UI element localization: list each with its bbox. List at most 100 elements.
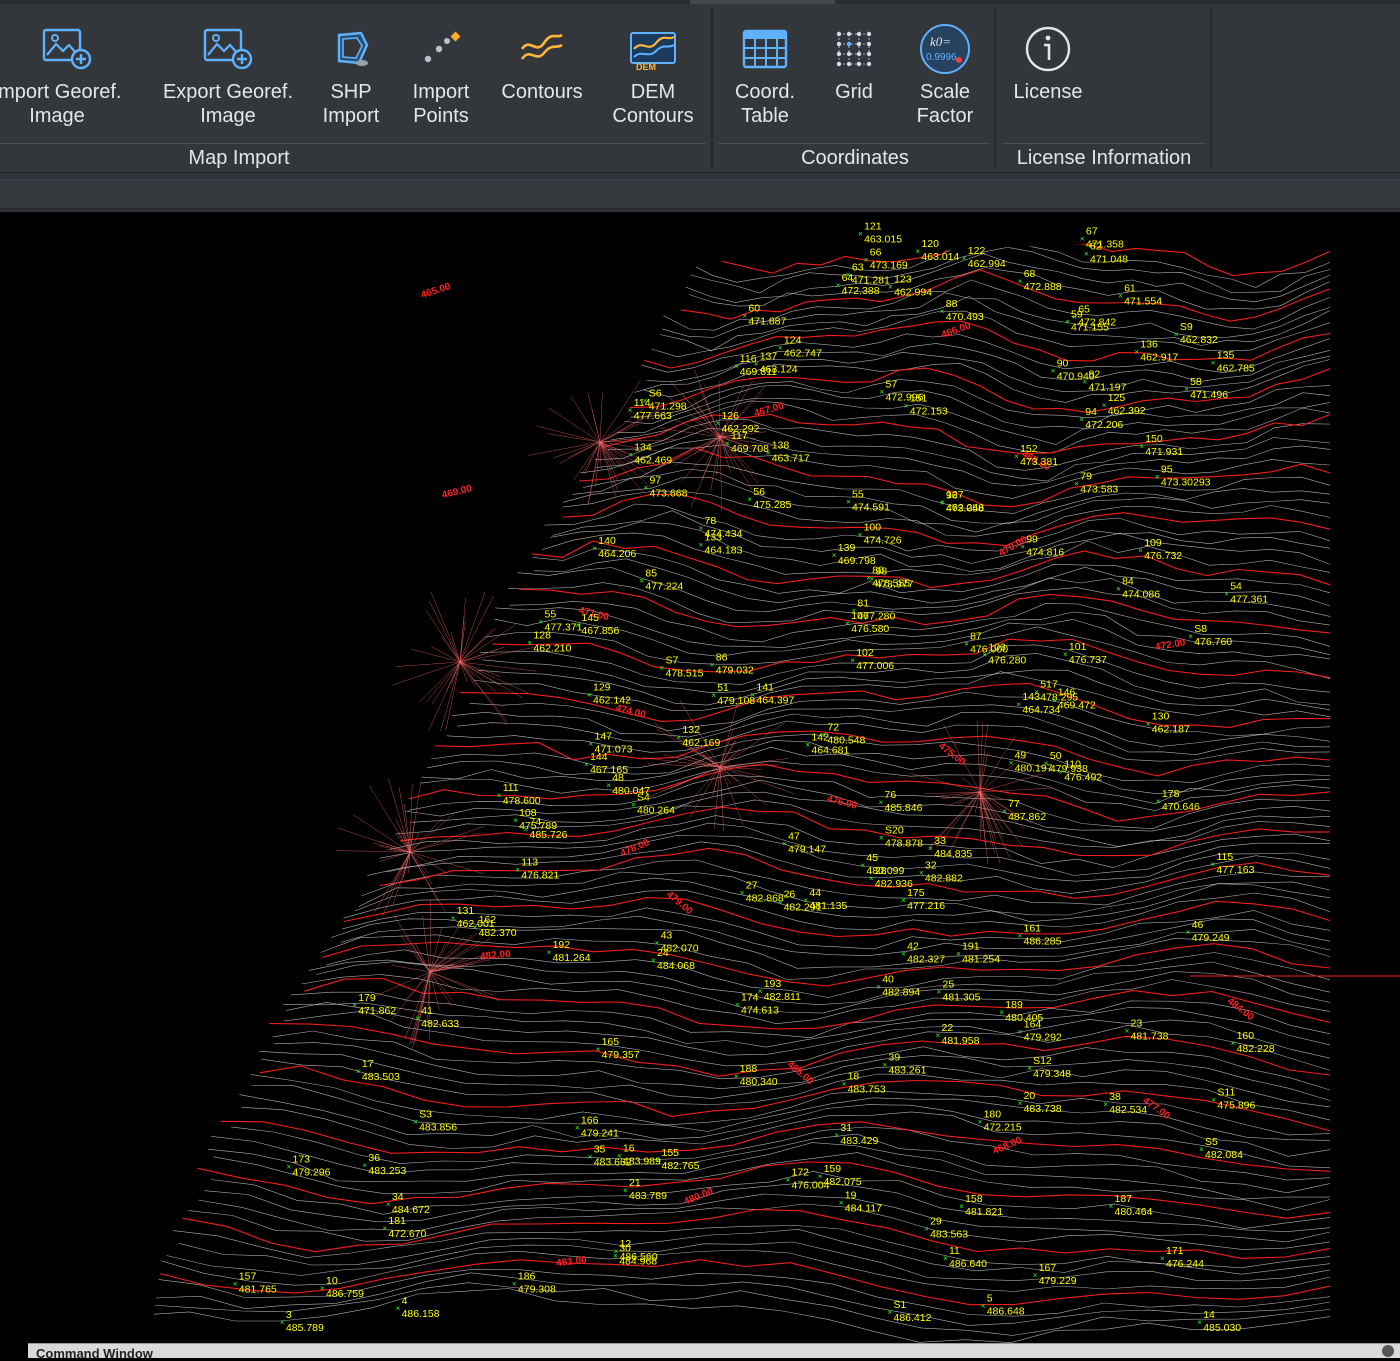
survey-point[interactable]: ×S12479.348 — [1027, 1055, 1071, 1080]
survey-point[interactable]: ×41482.633 — [415, 1005, 459, 1030]
survey-point[interactable]: ×79473.583 — [1074, 471, 1118, 496]
survey-point[interactable]: ×162482.370 — [473, 914, 517, 939]
survey-point[interactable]: ×136462.917 — [1134, 338, 1178, 363]
survey-point[interactable]: ×S3483.856 — [413, 1109, 457, 1134]
coord-table-button[interactable]: Coord. Table — [722, 18, 808, 140]
close-icon[interactable] — [1382, 1345, 1394, 1357]
survey-point[interactable]: ×100474.726 — [858, 521, 902, 546]
survey-point[interactable]: ×191481.254 — [956, 941, 1000, 966]
survey-point[interactable]: ×36483.253 — [362, 1152, 406, 1177]
survey-point[interactable]: ×157481.765 — [233, 1271, 277, 1296]
survey-point[interactable]: ×29483.563 — [924, 1216, 968, 1241]
survey-point[interactable]: ×S8476.760 — [1188, 623, 1232, 648]
survey-point[interactable]: ×20483.738 — [1018, 1090, 1062, 1115]
survey-point[interactable]: ×179471.862 — [352, 992, 396, 1017]
survey-point[interactable]: ×164479.292 — [1018, 1019, 1062, 1044]
survey-point[interactable]: ×115477.163 — [1211, 851, 1255, 876]
survey-point[interactable]: ×145467.856 — [575, 612, 619, 637]
survey-point[interactable]: ×117469.708 — [725, 430, 769, 455]
survey-point[interactable]: ×135462.785 — [1211, 349, 1255, 374]
survey-point[interactable]: ×47479.147 — [782, 831, 826, 856]
survey-point[interactable]: ×134462.469 — [628, 442, 672, 467]
survey-point[interactable]: ×34484.672 — [386, 1191, 430, 1216]
drawing-canvas[interactable]: 465.00466.00467.00468.00469.00470.00471.… — [0, 212, 1400, 1343]
survey-point[interactable]: ×58471.496 — [1184, 376, 1228, 401]
survey-point[interactable]: ×140464.206 — [592, 535, 636, 560]
survey-point[interactable]: ×66473.169 — [864, 246, 908, 271]
survey-point[interactable]: ×S20478.878 — [879, 824, 923, 849]
survey-point[interactable]: ×21483.789 — [623, 1177, 667, 1202]
survey-point[interactable]: ×55474.591 — [846, 489, 890, 514]
survey-point[interactable]: ×84474.086 — [1116, 576, 1160, 601]
survey-point[interactable]: ×68472.888 — [1018, 268, 1062, 293]
survey-point[interactable]: ×124462.747 — [778, 335, 822, 360]
survey-point[interactable]: ×165479.357 — [596, 1036, 640, 1061]
survey-point[interactable]: ×56475.285 — [747, 486, 791, 511]
survey-point[interactable]: ×77487.862 — [1002, 798, 1046, 823]
survey-point[interactable]: ×86479.032 — [710, 651, 754, 676]
survey-point[interactable]: ×25481.305 — [937, 979, 981, 1004]
survey-point[interactable]: ×19484.117 — [839, 1190, 882, 1215]
survey-point[interactable]: ×40482.894 — [876, 973, 920, 998]
survey-point[interactable]: ×151472.153 — [904, 393, 948, 418]
survey-point[interactable]: ×178470.646 — [1156, 788, 1200, 813]
survey-point[interactable]: ×181472.670 — [382, 1215, 426, 1240]
survey-point[interactable]: ×129462.142 — [587, 681, 631, 706]
survey-point[interactable]: ×132462.169 — [676, 724, 720, 749]
survey-point[interactable]: ×125462.392 — [1102, 392, 1146, 417]
survey-point[interactable]: ×160482.228 — [1231, 1030, 1275, 1055]
survey-point[interactable]: ×22481.958 — [936, 1022, 980, 1047]
survey-point[interactable]: ×38482.534 — [1103, 1091, 1147, 1116]
survey-point[interactable]: ×85477.224 — [639, 567, 683, 592]
license-button[interactable]: License — [1006, 18, 1090, 140]
survey-point[interactable]: ×130462.187 — [1146, 711, 1190, 736]
survey-point[interactable]: ×S9462.832 — [1174, 321, 1218, 346]
export-georef-image-button[interactable]: Export Georef. Image — [158, 18, 298, 140]
survey-point[interactable]: ×113476.821 — [515, 857, 559, 882]
survey-point[interactable]: ×54477.361 — [1224, 581, 1268, 606]
survey-point[interactable]: ×18483.753 — [842, 1071, 886, 1096]
survey-point[interactable]: ×147471.073 — [589, 730, 633, 755]
shp-import-button[interactable]: SHP Import — [314, 18, 388, 140]
scale-factor-button[interactable]: k0=0.9996 Scale Factor — [904, 18, 986, 140]
survey-point[interactable]: ×109476.732 — [1138, 537, 1182, 562]
survey-point[interactable]: ×150471.931 — [1139, 433, 1183, 458]
survey-point[interactable]: ×123462.994 — [888, 274, 932, 299]
survey-point[interactable]: ×186479.308 — [512, 1270, 556, 1295]
survey-point[interactable]: ×158481.821 — [959, 1193, 1003, 1218]
command-window[interactable]: Command Window — [28, 1343, 1400, 1358]
dem-contours-button[interactable]: DEM DEM Contours — [604, 18, 702, 140]
survey-point[interactable]: ×39483.261 — [883, 1051, 927, 1076]
survey-point[interactable]: ×80476.555 — [866, 565, 910, 590]
survey-point[interactable]: ×97473.668 — [644, 475, 688, 500]
survey-point[interactable]: ×121463.015 — [858, 221, 902, 246]
survey-point[interactable]: ×12486.560 — [614, 1238, 658, 1263]
survey-point[interactable]: ×S11475.896 — [1211, 1086, 1255, 1111]
survey-point[interactable]: ×31483.429 — [834, 1122, 878, 1147]
survey-point[interactable]: ×159482.075 — [818, 1163, 862, 1188]
survey-point[interactable]: ×88470.493 — [940, 298, 984, 323]
survey-point[interactable]: ×46479.249 — [1186, 919, 1230, 944]
survey-point[interactable]: ×192481.264 — [547, 939, 591, 964]
survey-point[interactable]: ×87476.000 — [964, 631, 1008, 656]
survey-point[interactable]: ×51479.108 — [711, 682, 755, 707]
survey-point[interactable]: ×111478.600 — [497, 782, 541, 807]
survey-point[interactable]: ×S7478.515 — [660, 654, 704, 679]
survey-point[interactable]: ×65472.842 — [1072, 303, 1116, 328]
contours-button[interactable]: Contours — [494, 18, 590, 140]
survey-point[interactable]: ×32482.882 — [919, 860, 963, 885]
survey-point[interactable]: ×76485.846 — [879, 789, 923, 814]
survey-point[interactable]: ×167479.229 — [1033, 1262, 1077, 1287]
survey-point[interactable]: ×138463.717 — [766, 439, 810, 464]
survey-point[interactable]: ×175477.216 — [901, 887, 945, 912]
survey-point[interactable]: ×4486.158 — [396, 1295, 440, 1320]
survey-point[interactable]: ×102477.006 — [850, 647, 894, 672]
survey-point[interactable]: ×180472.215 — [978, 1109, 1022, 1134]
survey-point[interactable]: ×171476.244 — [1160, 1245, 1204, 1270]
survey-point[interactable]: ×166479.241 — [575, 1115, 619, 1140]
survey-point[interactable]: ×193482.811 — [758, 978, 801, 1003]
survey-point[interactable]: ×67471.358 — [1080, 226, 1124, 251]
survey-point[interactable]: ×23481.738 — [1125, 1017, 1169, 1042]
survey-point[interactable]: ×17483.503 — [356, 1058, 400, 1083]
survey-point[interactable]: ×95473.30293 — [1155, 463, 1211, 488]
